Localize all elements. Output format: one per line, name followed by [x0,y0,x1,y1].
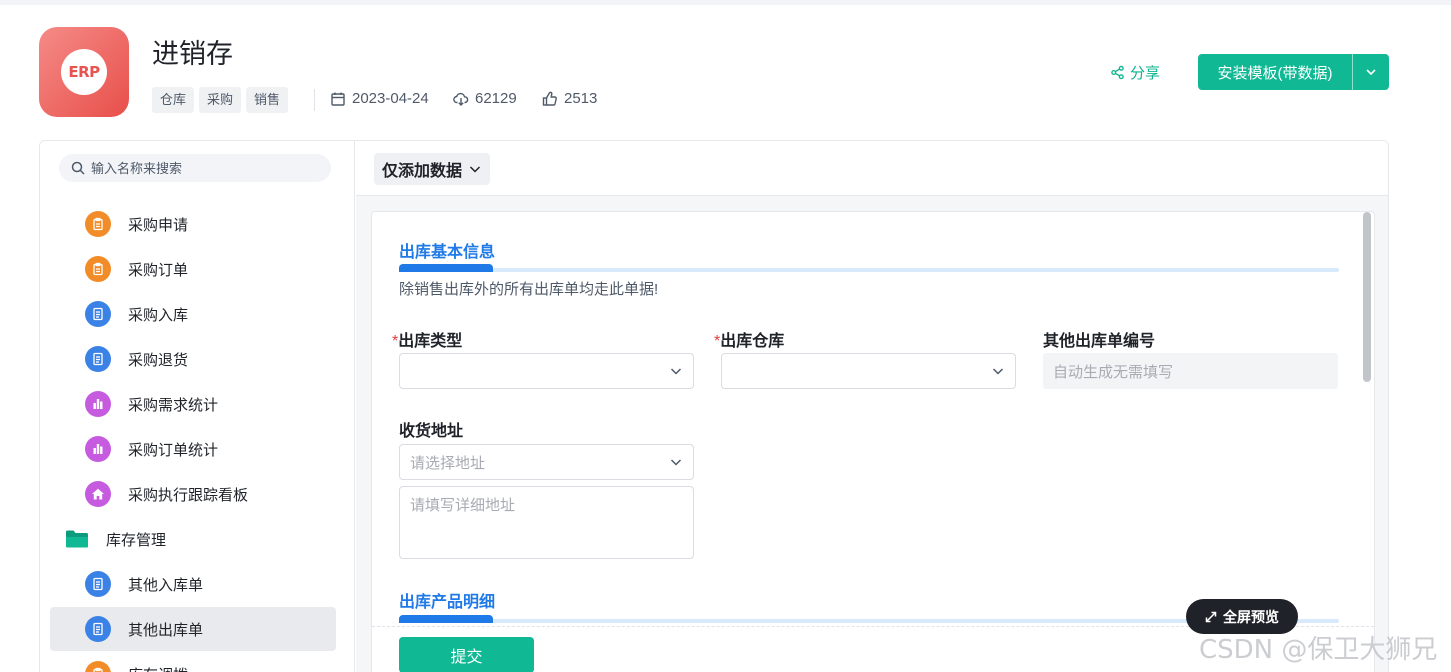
install-dropdown-toggle[interactable] [1353,54,1389,90]
outbound-warehouse-select[interactable] [721,353,1016,389]
watermark: CSDN @保卫大狮兄 [1199,635,1438,665]
mode-dropdown[interactable]: 仅添加数据 [374,153,491,185]
form-scrollbar[interactable] [1363,212,1371,382]
fullscreen-label: 全屏预览 [1223,608,1279,625]
sidebar-item-purchase-order-stats[interactable]: 采购订单统计 [50,427,336,471]
sidebar-item-label: 其他入库单 [128,576,204,594]
field-label-shipping-address: 收货地址 [399,423,464,440]
sidebar-item-label: 采购申请 [128,216,189,234]
mode-label: 仅添加数据 [382,163,463,180]
sidebar-item-label: 库存调拨 [128,664,188,672]
download-count: 62129 [475,90,517,107]
meta-downloads: 62129 [453,90,517,107]
outbound-number-field: 自动生成无需填写 [1043,353,1338,389]
tag-purchase[interactable]: 采购 [199,87,242,113]
sidebar-item-purchase-order[interactable]: 采购订单 [50,247,336,291]
meta-divider [314,89,315,111]
thumbs-up-icon [542,91,557,106]
sidebar-folder-inventory[interactable]: 库存管理 [65,517,335,561]
sidebar-item-other-inbound[interactable]: 其他入库单 [50,562,336,606]
field-label-text: 出库类型 [398,333,463,350]
chevron-down-icon [469,166,481,173]
share-icon [1111,65,1124,80]
clipboard-icon [85,661,111,672]
sidebar-item-label: 采购入库 [128,306,189,324]
content-toolbar: 仅添加数据 [356,141,1388,196]
erp-logo-text: ERP [68,63,100,81]
app-title: 进销存 [152,39,233,69]
field-label-text: 出库仓库 [720,333,785,350]
like-count: 2513 [564,90,598,107]
calendar-icon [331,92,345,106]
section-description: 除销售出库外的所有出库单均走此单据! [399,281,659,298]
sidebar-item-other-outbound[interactable]: 其他出库单 [50,607,336,651]
tag-list: 仓库 采购 销售 [152,87,289,113]
share-label: 分享 [1130,65,1161,82]
sidebar-item-label: 采购执行跟踪看板 [128,486,249,504]
cloud-download-icon [453,92,469,106]
sidebar: 采购申请 采购订单 采购入库 采购退货 采购需求统计 采购订单统计 采购执行跟踪… [40,141,355,672]
address-select-placeholder: 请选择地址 [410,454,486,472]
erp-badge: ERP [61,49,107,95]
install-label[interactable]: 安装模板(带数据) [1198,54,1352,90]
tag-sales[interactable]: 销售 [246,87,289,113]
sidebar-item-label: 采购订单 [128,261,189,279]
sidebar-item-purchase-demand-stats[interactable]: 采购需求统计 [50,382,336,426]
meta-likes: 2513 [542,90,597,107]
publish-date: 2023-04-24 [352,90,429,107]
tag-warehouse[interactable]: 仓库 [152,87,195,113]
search-input[interactable] [91,160,311,176]
field-label-outbound-type: *出库类型 [392,327,462,351]
sidebar-item-purchase-request[interactable]: 采购申请 [50,202,336,246]
top-strip [0,0,1451,5]
section-title-product-details: 出库产品明细 [399,594,496,611]
chevron-down-icon [992,368,1004,375]
field-label-outbound-warehouse: *出库仓库 [714,327,784,351]
folder-icon [66,530,88,548]
outbound-type-select[interactable] [399,353,694,389]
document-icon [85,346,111,372]
clipboard-icon [85,256,111,282]
section-divider-accent [399,615,493,623]
chevron-down-icon [670,459,682,466]
app-logo: ERP [39,27,129,117]
bar-chart-icon [85,391,111,417]
sidebar-item-purchase-tracking-board[interactable]: 采购执行跟踪看板 [50,472,336,516]
address-select[interactable]: 请选择地址 [399,444,694,480]
sidebar-item-label: 采购订单统计 [128,441,219,459]
document-icon [85,571,111,597]
search-icon [71,161,85,175]
sidebar-item-stock-transfer[interactable]: 库存调拨 [50,652,336,672]
submit-button[interactable]: 提交 [399,637,534,672]
expand-icon [1205,611,1217,622]
address-detail-textarea[interactable]: 请填写详细地址 [399,486,694,559]
document-icon [85,301,111,327]
home-icon [85,481,111,507]
sidebar-item-label: 采购需求统计 [128,396,219,414]
document-icon [85,616,111,642]
sidebar-item-label: 其他出库单 [128,621,204,639]
chevron-down-icon [670,368,682,375]
sidebar-item-purchase-return[interactable]: 采购退货 [50,337,336,381]
search-box[interactable] [59,154,331,182]
section-divider-accent [399,264,493,272]
bar-chart-icon [85,436,111,462]
share-button[interactable]: 分享 [1110,62,1160,83]
chevron-down-icon [1366,69,1376,76]
section-title-basic-info: 出库基本信息 [399,244,496,261]
install-template-button[interactable]: 安装模板(带数据) [1198,54,1389,90]
content-area: 仅添加数据 出库基本信息 除销售出库外的所有出库单均走此单据! *出库类型 *出… [356,141,1388,672]
meta-date: 2023-04-24 [330,90,429,107]
main-panel: 采购申请 采购订单 采购入库 采购退货 采购需求统计 采购订单统计 采购执行跟踪… [39,140,1389,672]
sidebar-item-purchase-inbound[interactable]: 采购入库 [50,292,336,336]
clipboard-icon [85,211,111,237]
section-divider [399,264,1339,272]
sidebar-item-label: 采购退货 [128,351,189,369]
sidebar-folder-label: 库存管理 [106,531,167,549]
field-label-outbound-number: 其他出库单编号 [1043,333,1156,350]
